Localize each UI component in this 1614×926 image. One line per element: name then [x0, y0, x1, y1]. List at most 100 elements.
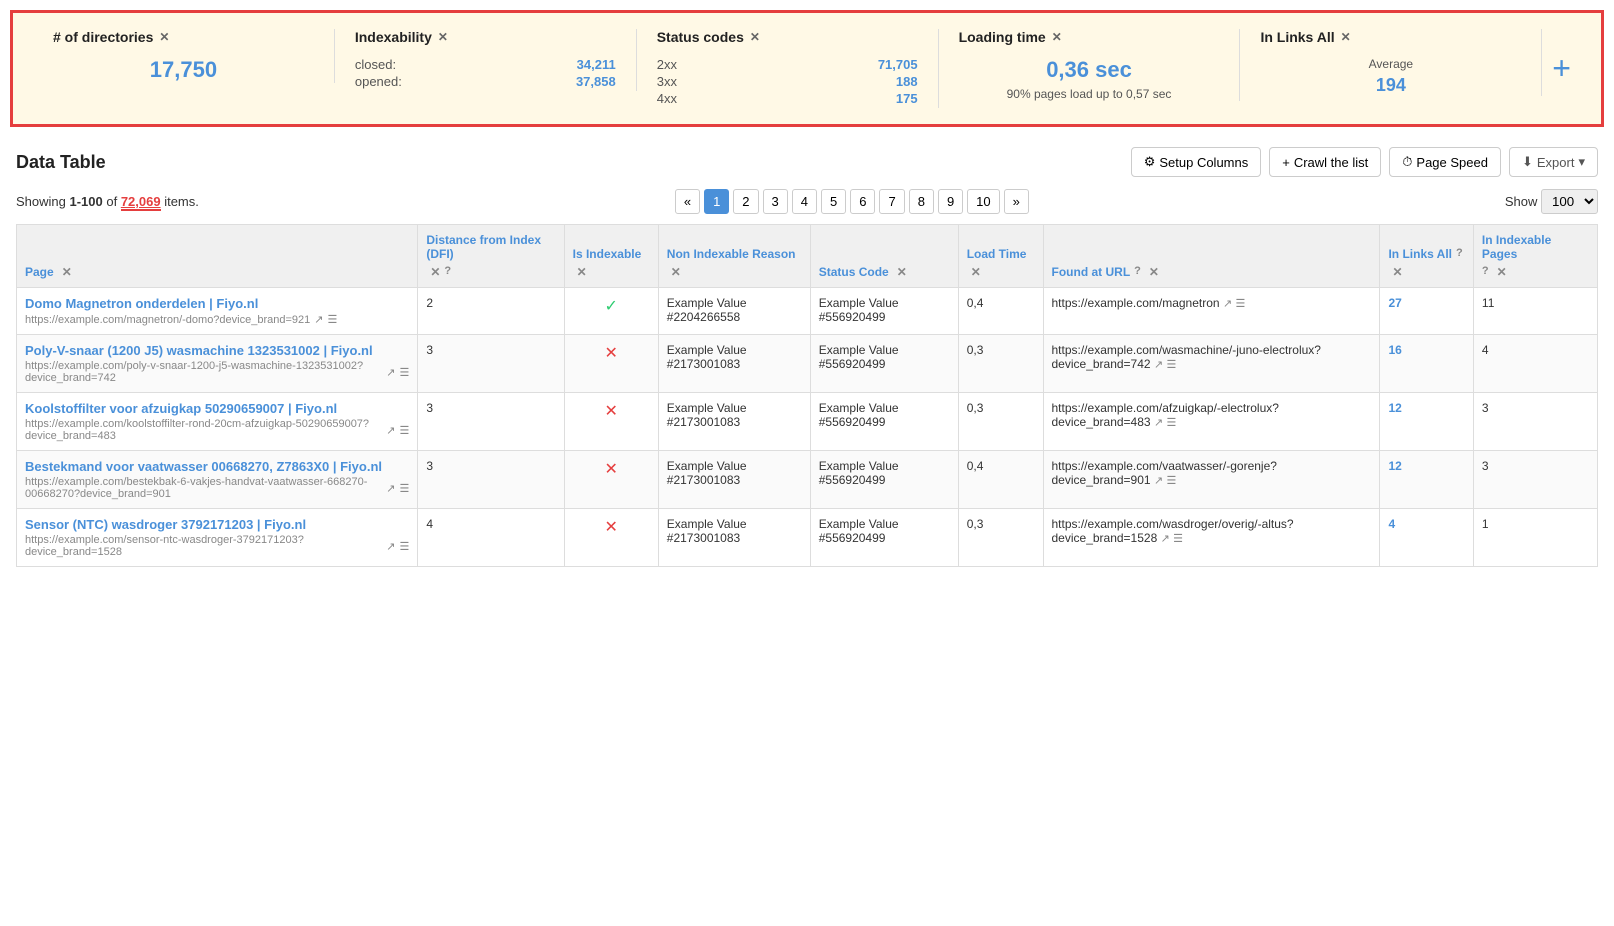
cell-load-time-3: 0,4	[958, 451, 1043, 509]
col-page-close[interactable]: ✕	[62, 265, 72, 279]
cell-status-code-1: Example Value #556920499	[810, 335, 958, 393]
list-icon[interactable]: ☰	[399, 482, 409, 495]
col-is-indexable-close[interactable]: ✕	[577, 265, 587, 279]
crawl-list-label: Crawl the list	[1294, 155, 1368, 170]
cell-in-links-all-1: 16	[1380, 335, 1473, 393]
pagination-page-10[interactable]: 10	[967, 189, 999, 214]
col-dfi-help[interactable]: ?	[444, 265, 451, 277]
stat-indexability-close[interactable]: ✕	[438, 30, 448, 44]
page-url: https://example.com/koolstoffilter-rond-…	[25, 418, 409, 442]
page-title[interactable]: Bestekmand voor vaatwasser 00668270, Z78…	[25, 459, 409, 474]
data-section: Data Table ⚙ Setup Columns + Crawl the l…	[0, 137, 1614, 577]
list-icon[interactable]: ☰	[1236, 298, 1246, 310]
col-in-indexable-pages-label: In Indexable Pages	[1482, 233, 1589, 261]
status-codes-rows: 2xx71,7053xx1884xx175	[657, 57, 918, 106]
export-button[interactable]: ⬇ Export ▾	[1509, 147, 1598, 177]
cell-dfi-4: 4	[418, 509, 564, 567]
cell-found-at-url-0: https://example.com/magnetron ↗ ☰	[1043, 288, 1380, 335]
list-icon[interactable]: ☰	[1167, 359, 1177, 371]
col-in-indexable-pages-help[interactable]: ?	[1482, 265, 1489, 277]
pagination-page-2[interactable]: 2	[733, 189, 758, 214]
pagination-page-5[interactable]: 5	[821, 189, 846, 214]
stat-closed-label: closed:	[355, 57, 396, 72]
external-link-icon[interactable]: ↗	[314, 313, 323, 326]
col-non-indexable-reason-close[interactable]: ✕	[671, 265, 681, 279]
pagination-prev[interactable]: «	[675, 189, 700, 214]
col-found-at-url-help[interactable]: ?	[1134, 265, 1141, 277]
pagination-page-4[interactable]: 4	[792, 189, 817, 214]
showing-of: of	[103, 194, 121, 209]
stat-in-links-all: In Links All ✕ Average 194	[1240, 29, 1542, 96]
stat-in-links-all-close[interactable]: ✕	[1341, 30, 1351, 44]
cell-found-at-url-4: https://example.com/wasdroger/overig/-al…	[1043, 509, 1380, 567]
pagination: «12345678910»	[675, 189, 1029, 214]
stat-directories-close[interactable]: ✕	[159, 30, 169, 44]
cell-load-time-4: 0,3	[958, 509, 1043, 567]
pagination-page-8[interactable]: 8	[909, 189, 934, 214]
list-icon[interactable]: ☰	[399, 540, 409, 553]
stat-directories-title: # of directories	[53, 29, 153, 45]
crawl-list-button[interactable]: + Crawl the list	[1269, 147, 1381, 177]
col-found-at-url-close[interactable]: ✕	[1149, 265, 1159, 279]
add-stat-button[interactable]: +	[1542, 50, 1581, 87]
cell-page-0: Domo Magnetron onderdelen | Fiyo.nl http…	[17, 288, 418, 335]
col-in-links-all-help[interactable]: ?	[1456, 247, 1463, 259]
list-icon[interactable]: ☰	[327, 313, 337, 326]
stat-status-codes-title: Status codes	[657, 29, 744, 45]
list-icon[interactable]: ☰	[1167, 475, 1177, 487]
page-title[interactable]: Koolstoffilter voor afzuigkap 5029065900…	[25, 401, 409, 416]
pagination-page-1[interactable]: 1	[704, 189, 729, 214]
col-status-code-close[interactable]: ✕	[897, 265, 907, 279]
col-dfi-close[interactable]: ✕	[430, 265, 440, 279]
external-link-icon[interactable]: ↗	[1223, 298, 1232, 310]
export-label: Export	[1537, 155, 1575, 170]
setup-columns-label: Setup Columns	[1159, 155, 1248, 170]
external-link-icon[interactable]: ↗	[386, 540, 395, 553]
external-link-icon[interactable]: ↗	[386, 482, 395, 495]
in-links-all-value: 12	[1388, 401, 1401, 415]
page-title[interactable]: Poly-V-snaar (1200 J5) wasmachine 132353…	[25, 343, 409, 358]
page-title[interactable]: Domo Magnetron onderdelen | Fiyo.nl	[25, 296, 409, 311]
col-load-time: Load Time ✕	[958, 225, 1043, 288]
list-icon[interactable]: ☰	[1173, 533, 1183, 545]
cell-in-indexable-pages-4: 1	[1473, 509, 1597, 567]
col-is-indexable: Is Indexable ✕	[564, 225, 658, 288]
external-link-icon[interactable]: ↗	[386, 424, 395, 437]
pagination-page-6[interactable]: 6	[850, 189, 875, 214]
found-at-url-value: https://example.com/afzuigkap/-electrolu…	[1052, 401, 1279, 429]
found-at-url-value: https://example.com/magnetron	[1052, 296, 1220, 310]
pagination-next[interactable]: »	[1004, 189, 1029, 214]
list-icon[interactable]: ☰	[399, 366, 409, 379]
download-icon: ⬇	[1522, 154, 1533, 170]
cell-status-code-3: Example Value #556920499	[810, 451, 958, 509]
external-link-icon[interactable]: ↗	[386, 366, 395, 379]
cell-non-indexable-reason-2: Example Value #2173001083	[658, 393, 810, 451]
external-link-icon[interactable]: ↗	[1154, 359, 1163, 371]
col-in-indexable-pages-close[interactable]: ✕	[1497, 265, 1507, 279]
cell-in-links-all-3: 12	[1380, 451, 1473, 509]
col-is-indexable-label: Is Indexable	[573, 247, 642, 261]
cell-in-links-all-2: 12	[1380, 393, 1473, 451]
cell-in-links-all-4: 4	[1380, 509, 1473, 567]
cell-load-time-2: 0,3	[958, 393, 1043, 451]
external-link-icon[interactable]: ↗	[1154, 417, 1163, 429]
pagination-page-9[interactable]: 9	[938, 189, 963, 214]
external-link-icon[interactable]: ↗	[1161, 533, 1170, 545]
col-load-time-close[interactable]: ✕	[971, 265, 981, 279]
external-link-icon[interactable]: ↗	[1154, 475, 1163, 487]
pagination-page-3[interactable]: 3	[763, 189, 788, 214]
cell-dfi-1: 3	[418, 335, 564, 393]
setup-columns-button[interactable]: ⚙ Setup Columns	[1131, 147, 1262, 177]
list-icon[interactable]: ☰	[1167, 417, 1177, 429]
cell-page-1: Poly-V-snaar (1200 J5) wasmachine 132353…	[17, 335, 418, 393]
list-icon[interactable]: ☰	[399, 424, 409, 437]
page-speed-button[interactable]: ⏱ Page Speed	[1389, 147, 1501, 177]
page-title[interactable]: Sensor (NTC) wasdroger 3792171203 | Fiyo…	[25, 517, 409, 532]
cell-is-indexable-0: ✓	[564, 288, 658, 335]
pagination-page-7[interactable]: 7	[879, 189, 904, 214]
stat-loading-time-close[interactable]: ✕	[1052, 30, 1062, 44]
table-row: Bestekmand voor vaatwasser 00668270, Z78…	[17, 451, 1598, 509]
show-select-input[interactable]: 100 50 200	[1541, 189, 1598, 214]
stat-status-codes-close[interactable]: ✕	[750, 30, 760, 44]
col-in-links-all-close[interactable]: ✕	[1392, 265, 1402, 279]
